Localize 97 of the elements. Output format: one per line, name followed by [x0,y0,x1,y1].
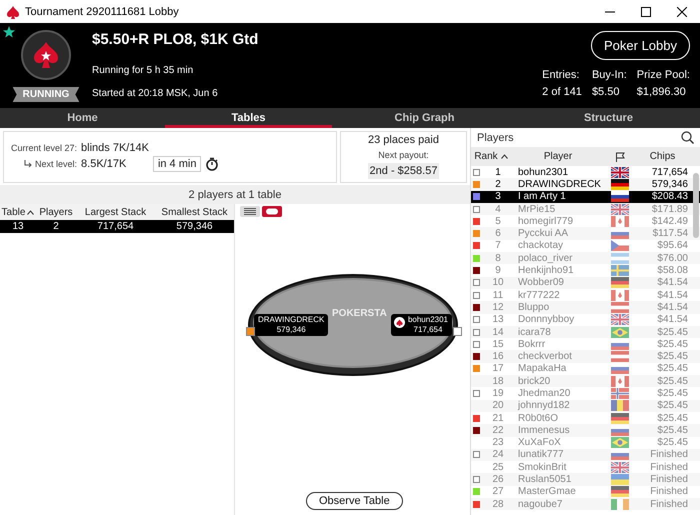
maximize-icon[interactable] [641,6,651,16]
country-flag-icon [611,437,629,448]
player-row[interactable]: 11 kr777222 $41.54 [471,288,700,302]
table-icon [265,208,279,215]
country-flag-icon [611,498,629,510]
country-flag-icon [611,474,629,486]
country-flag-icon [611,400,629,412]
stat-label: Prize Pool: [636,69,690,81]
tournament-name: $5.50+R PLO8, $1K Gtd [92,31,260,48]
tab[interactable]: Home [0,108,165,128]
player-row[interactable]: 8 polaco_river $76.00 [471,252,700,264]
stat-value: 2 of 141 [542,86,582,98]
close-icon[interactable] [677,6,687,16]
column-header[interactable]: Chips [650,151,676,162]
country-flag-icon [611,240,629,252]
country-flag-icon [611,216,629,227]
player-row[interactable]: 26 Ruslan5051 Finished [471,473,700,486]
level-label: Next level: [35,159,78,169]
stat-label: Buy-In: [592,69,627,81]
column-header[interactable]: Smallest Stack [161,206,228,218]
table-logo: POKERSTA [332,308,387,319]
stat-value: $5.50 [592,86,620,98]
column-header[interactable]: Rank [474,151,498,162]
payout-label: Next payout: [378,150,429,160]
arrow-icon [24,160,32,168]
country-flag-icon [611,351,629,362]
country-flag-icon [611,252,629,264]
country-flag-icon [611,191,629,202]
search-icon[interactable] [681,131,694,144]
list-icon [244,208,256,215]
status-ribbon: RUNNING [12,87,80,102]
player-row[interactable]: 28 nagoube7 Finished [471,498,700,510]
level-label: Current level 27: [11,143,78,153]
places-paid: 23 places paid [368,134,439,146]
spade-icon [31,40,61,70]
tab[interactable]: Tables [165,108,332,128]
flag-icon[interactable] [615,152,625,162]
dealer-button-icon [394,317,405,328]
stat-value: $1,896.30 [636,86,687,98]
tab[interactable]: Chip Graph [332,108,517,128]
player-row[interactable]: 22 Immenesus $25.45 [471,424,700,437]
country-flag-icon [611,290,629,301]
view-toggle[interactable] [262,206,282,217]
player-row[interactable]: 27 MasterGmae Finished [471,486,700,498]
column-header[interactable]: Largest Stack [84,206,146,218]
level-value: 8.5K/17K [81,158,128,170]
table-row[interactable]: 13 2 717,654 579,346 [0,220,234,233]
start-time: Started at 20:18 MSK, Jun 6 [92,88,219,99]
player-row[interactable]: 23 XuXaFoX $25.45 [471,436,700,449]
player-row[interactable]: 20 johnnyd182 $25.45 [471,400,700,412]
player-seat: DRAWINGDRECK 579,346 [254,314,328,336]
player-row[interactable]: 5 homegirl779 $142.49 [471,215,700,228]
country-flag-icon [611,486,629,498]
level-value: blinds 7K/14K [81,142,149,154]
star-icon[interactable] [3,26,15,38]
player-row[interactable]: 17 MapakaHa $25.45 [471,362,700,376]
stat-label: Entries: [542,69,580,81]
scrollbar-thumb[interactable] [693,173,699,238]
tables-summary: 2 players at 1 table [0,185,470,204]
player-row[interactable]: 14 icara78 $25.45 [471,326,700,338]
country-flag-icon [611,265,629,276]
player-row[interactable]: 3 I am Arty 1 $208.43 [471,190,700,203]
player-row[interactable]: 7 chackotay $95.64 [471,240,700,252]
column-header[interactable]: Table [2,206,26,218]
window-title: Tournament 2920111681 Lobby [25,6,180,18]
player-seat: bohun2301 717,654 [390,314,452,336]
player-row[interactable]: 21 R0b0t6O $25.45 [471,412,700,424]
player-row[interactable]: 2 DRAWINGDRECK 579,346 [471,178,700,191]
country-flag-icon [611,302,629,313]
player-row[interactable]: 18 brick20 $25.45 [471,375,700,388]
observe-table-button[interactable]: Observe Table [306,492,403,510]
country-flag-icon [611,178,629,190]
time-to-next-level: in 4 min [152,156,202,172]
country-flag-icon [611,412,629,424]
player-row[interactable]: 12 Bluppo $41.54 [471,301,700,314]
tab[interactable]: Structure [517,108,700,128]
sort-caret-icon [27,210,34,214]
player-row[interactable]: 10 Wobber09 $41.54 [471,276,700,289]
column-header[interactable]: Player [544,151,572,162]
player-row[interactable]: 24 lunatik777 Finished [471,448,700,462]
panel-title: Players [477,132,514,144]
poker-lobby-button[interactable]: Poker Lobby [591,31,690,60]
country-flag-icon [611,204,629,215]
column-header[interactable]: Players [39,206,73,218]
country-flag-icon [611,326,629,338]
view-toggle[interactable] [240,206,260,217]
player-row[interactable]: 15 Bokrrr $25.45 [471,338,700,350]
payout-value: 2nd - $258.57 [368,163,440,179]
spade-logo-icon [6,4,20,18]
player-row[interactable]: 16 checkverbot $25.45 [471,350,700,363]
player-row[interactable]: 6 Pycckui AA $117.54 [471,227,700,240]
country-flag-icon [611,376,629,387]
stopwatch-icon [205,157,220,171]
country-flag-icon [611,166,629,178]
country-flag-icon [611,277,629,288]
running-time: Running for 5 h 35 min [92,65,194,76]
sort-caret-icon [500,154,508,159]
